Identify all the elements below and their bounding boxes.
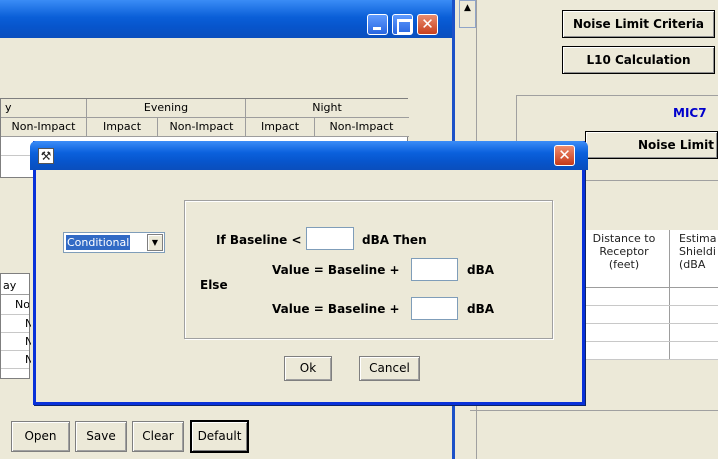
- close-icon: ✕: [421, 15, 434, 33]
- column-header-estimated: Estima Shieldi (dBA: [679, 232, 717, 271]
- close-window-button[interactable]: ✕: [417, 14, 438, 35]
- list-item[interactable]: No: [15, 297, 29, 314]
- scroll-up-button[interactable]: ▲: [459, 0, 476, 28]
- impact-grid-header: y Evening Night Non-Impact Impact Non-Im…: [1, 99, 409, 137]
- else-label: Else: [200, 278, 228, 292]
- list-item[interactable]: N: [25, 352, 31, 369]
- noise-limit-button[interactable]: Noise Limit: [585, 131, 718, 159]
- app-icon: ⚒: [38, 148, 54, 164]
- save-button[interactable]: Save: [75, 421, 127, 452]
- receptor-grid: Distance to Receptor (feet) Estima Shiel…: [578, 230, 718, 360]
- list-item[interactable]: N: [25, 334, 31, 351]
- minimize-button[interactable]: [367, 14, 388, 35]
- l10-calculation-button[interactable]: L10 Calculation: [562, 46, 715, 74]
- dba-label-2: dBA: [467, 302, 495, 316]
- mode-select-value: Conditional: [64, 234, 132, 251]
- lower-grid-header: ay: [3, 279, 17, 292]
- dialog-close-button[interactable]: ✕: [554, 145, 575, 166]
- chevron-down-icon[interactable]: ▼: [147, 234, 163, 251]
- subheader-impact: Impact: [102, 120, 142, 133]
- subheader-non-impact: Non-Impact: [329, 120, 394, 133]
- clear-button[interactable]: Clear: [132, 421, 184, 452]
- value2-input[interactable]: [411, 297, 458, 320]
- arrow-up-icon: ▲: [464, 3, 471, 13]
- column-header-distance: Distance to Receptor (feet): [592, 232, 656, 271]
- group-header-night: Night: [312, 101, 342, 114]
- subheader-non-impact: Non-Impact: [11, 120, 76, 133]
- ok-button[interactable]: Ok: [284, 356, 332, 381]
- subheader-non-impact: Non-Impact: [169, 120, 234, 133]
- lower-grid: ay No N N N: [0, 273, 31, 379]
- default-button[interactable]: Default: [191, 421, 248, 452]
- group-header-evening: Evening: [143, 101, 189, 114]
- mode-select[interactable]: Conditional ▼: [63, 232, 165, 253]
- dba-label-1: dBA: [467, 263, 495, 277]
- cancel-button[interactable]: Cancel: [359, 356, 420, 381]
- open-button[interactable]: Open: [11, 421, 70, 452]
- noise-limit-criteria-button[interactable]: Noise Limit Criteria: [562, 10, 715, 38]
- baseline-threshold-input[interactable]: [306, 227, 354, 250]
- dialog-titlebar[interactable]: [30, 141, 588, 170]
- maximize-button[interactable]: [392, 14, 413, 35]
- list-item[interactable]: N: [25, 316, 31, 333]
- if-baseline-label: If Baseline <: [216, 233, 302, 247]
- value-baseline-label-1: Value = Baseline +: [272, 263, 400, 277]
- dba-then-label: dBA Then: [362, 233, 427, 247]
- group-divider: [516, 95, 718, 96]
- group-header-day: y: [5, 101, 12, 114]
- subheader-impact: Impact: [260, 120, 300, 133]
- close-icon: ✕: [558, 146, 571, 164]
- value1-input[interactable]: [411, 258, 458, 281]
- right-bottom-divider: [470, 410, 718, 411]
- mic-label: MIC7: [673, 106, 707, 120]
- value-baseline-label-2: Value = Baseline +: [272, 302, 400, 316]
